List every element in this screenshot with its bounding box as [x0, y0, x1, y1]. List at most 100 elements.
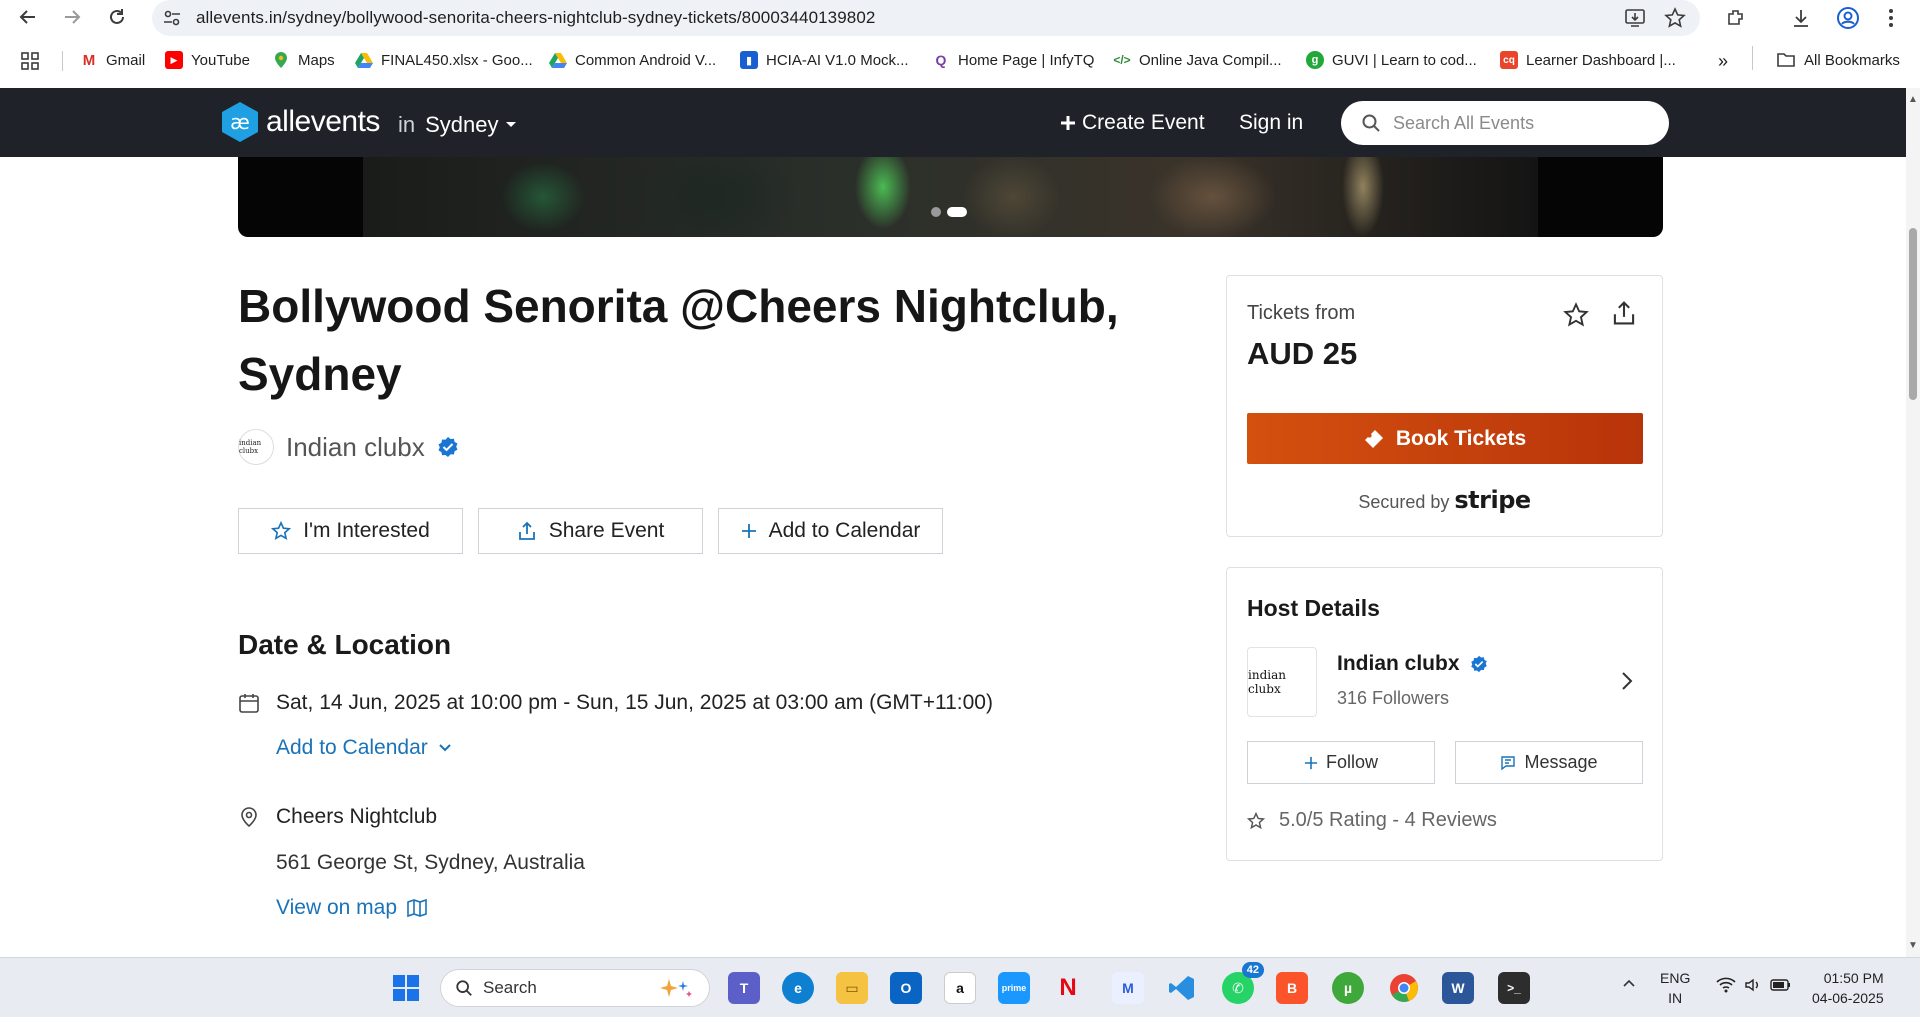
clock-time: 01:50 PM — [1823, 970, 1884, 986]
all-bookmarks-button[interactable]: All Bookmarks — [1776, 51, 1900, 69]
bookmark-guvi[interactable]: g GUVI | Learn to cod... — [1306, 51, 1477, 69]
brave-icon[interactable]: B — [1276, 972, 1308, 1004]
word-icon[interactable]: W — [1442, 972, 1474, 1004]
host-followers: 316 Followers — [1337, 688, 1450, 708]
whatsapp-icon[interactable]: ✆ 42 — [1222, 962, 1264, 1004]
taskbar-search[interactable]: Search — [440, 969, 710, 1007]
windows-start-icon[interactable] — [390, 972, 422, 1004]
downloads-icon[interactable] — [1787, 4, 1815, 32]
site-search-box[interactable] — [1341, 101, 1669, 145]
verified-badge-icon — [1470, 655, 1488, 673]
bookmark-youtube[interactable]: ▶ YouTube — [165, 51, 250, 69]
organizer-name[interactable]: Indian clubx — [286, 432, 425, 463]
scroll-down-icon[interactable]: ▼ — [1908, 940, 1918, 951]
teams-icon[interactable]: T — [728, 972, 760, 1004]
secured-by-label: Secured by — [1358, 492, 1450, 512]
add-to-calendar-dropdown[interactable]: Add to Calendar — [276, 736, 452, 760]
allevents-logo[interactable]: æ allevents — [218, 100, 380, 144]
bookmark-common-android[interactable]: Common Android V... — [549, 51, 716, 69]
app-icon[interactable]: M — [1112, 972, 1144, 1004]
outlook-icon[interactable]: O — [890, 972, 922, 1004]
url-text[interactable]: allevents.in/sydney/bollywood-senorita-c… — [196, 8, 875, 28]
caret-down-icon — [505, 121, 517, 129]
host-name[interactable]: Indian clubx — [1337, 652, 1460, 676]
bookmark-java-compiler[interactable]: </> Online Java Compil... — [1113, 51, 1282, 69]
back-icon[interactable] — [14, 3, 42, 31]
ticket-card: Tickets from AUD 25 Book Tickets Secured… — [1226, 275, 1663, 537]
battery-icon — [1770, 976, 1792, 994]
organizer[interactable]: indian clubx Indian clubx — [238, 429, 459, 465]
vscode-icon[interactable] — [1166, 972, 1198, 1004]
page-scrollbar[interactable]: ▲ ▼ — [1906, 88, 1920, 957]
view-on-map-link[interactable]: View on map — [276, 896, 427, 920]
host-logo[interactable]: indian clubx — [1247, 647, 1317, 717]
apps-grid-icon[interactable] — [20, 51, 40, 71]
event-banner-image — [363, 157, 1538, 237]
search-input[interactable] — [1393, 112, 1643, 134]
bookmark-hcia[interactable]: ▮ HCIA-AI V1.0 Mock... — [740, 51, 909, 69]
browser-menu-icon[interactable] — [1877, 4, 1905, 32]
share-icon[interactable] — [1611, 300, 1637, 326]
file-explorer-icon[interactable]: ▭ — [836, 972, 868, 1004]
bookmark-label: YouTube — [191, 51, 250, 69]
bookmark-infytq[interactable]: Q Home Page | InfyTQ — [932, 51, 1094, 69]
infytq-icon: Q — [932, 51, 950, 69]
edge-icon[interactable]: e — [782, 972, 814, 1004]
organizer-avatar[interactable]: indian clubx — [238, 429, 274, 465]
follow-button[interactable]: Follow — [1247, 741, 1435, 784]
reload-icon[interactable] — [103, 3, 131, 31]
profile-icon[interactable] — [1834, 4, 1862, 32]
utorrent-icon[interactable]: µ — [1332, 972, 1364, 1004]
taskbar-clock[interactable]: 01:50 PM 04-06-2025 — [1812, 968, 1884, 1008]
cq-icon: cq — [1500, 51, 1518, 69]
venue-address: 561 George St, Sydney, Australia — [276, 851, 585, 874]
stripe-logo: stripe — [1454, 486, 1531, 514]
share-event-button[interactable]: Share Event — [478, 508, 703, 554]
add-to-calendar-button[interactable]: Add to Calendar — [718, 508, 943, 554]
city-selector[interactable]: in Sydney — [398, 112, 517, 138]
code-icon: </> — [1113, 51, 1131, 69]
address-bar[interactable]: allevents.in/sydney/bollywood-senorita-c… — [152, 0, 1700, 36]
host-name-row[interactable]: Indian clubx — [1337, 652, 1488, 676]
bookmark-label: Gmail — [106, 51, 146, 69]
sign-in-link[interactable]: Sign in — [1239, 111, 1303, 135]
install-app-icon[interactable] — [1624, 7, 1646, 29]
chrome-icon[interactable] — [1388, 972, 1420, 1004]
create-event-button[interactable]: Create Event — [1060, 111, 1205, 135]
bookmarks-overflow-button[interactable]: » — [1718, 51, 1728, 72]
bookmark-learner-dashboard[interactable]: cq Learner Dashboard |... — [1500, 51, 1676, 69]
save-star-icon[interactable] — [1563, 302, 1589, 328]
system-tray[interactable] — [1716, 976, 1792, 994]
carousel-dot-1[interactable] — [931, 207, 941, 217]
city-prefix: in — [398, 112, 416, 137]
maps-icon — [272, 51, 290, 69]
bookmark-gmail[interactable]: M Gmail — [80, 51, 145, 69]
netflix-icon[interactable]: N — [1052, 972, 1084, 1004]
bookmark-maps[interactable]: Maps — [272, 51, 335, 69]
add-to-calendar-link-label: Add to Calendar — [276, 736, 428, 759]
prime-video-icon[interactable]: prime — [998, 972, 1030, 1004]
carousel-dot-2[interactable] — [947, 207, 967, 217]
event-datetime: Sat, 14 Jun, 2025 at 10:00 pm - Sun, 15 … — [276, 691, 993, 714]
extensions-icon[interactable] — [1722, 4, 1750, 32]
forward-icon[interactable] — [58, 3, 86, 31]
ticket-price: AUD 25 — [1247, 336, 1358, 371]
event-banner-carousel[interactable] — [238, 157, 1663, 237]
chevron-right-icon[interactable] — [1620, 670, 1634, 692]
bookmark-star-icon[interactable] — [1664, 7, 1686, 29]
follow-label: Follow — [1325, 752, 1378, 772]
host-rating-text: 5.0/5 Rating - 4 Reviews — [1279, 809, 1497, 831]
book-tickets-button[interactable]: Book Tickets — [1247, 413, 1643, 464]
scroll-up-icon[interactable]: ▲ — [1908, 94, 1918, 105]
tickets-from-label: Tickets from — [1247, 302, 1356, 324]
amazon-icon[interactable]: a — [944, 972, 976, 1004]
scrollbar-thumb[interactable] — [1909, 228, 1917, 400]
interested-button[interactable]: I'm Interested — [238, 508, 463, 554]
bookmark-final450[interactable]: FINAL450.xlsx - Goo... — [355, 51, 533, 69]
message-icon — [1500, 755, 1516, 771]
message-button[interactable]: Message — [1455, 741, 1643, 784]
terminal-icon[interactable]: >_ — [1498, 972, 1530, 1004]
chevron-up-icon[interactable] — [1622, 978, 1636, 988]
site-info-icon[interactable] — [162, 8, 182, 28]
language-indicator[interactable]: ENG IN — [1660, 968, 1690, 1008]
